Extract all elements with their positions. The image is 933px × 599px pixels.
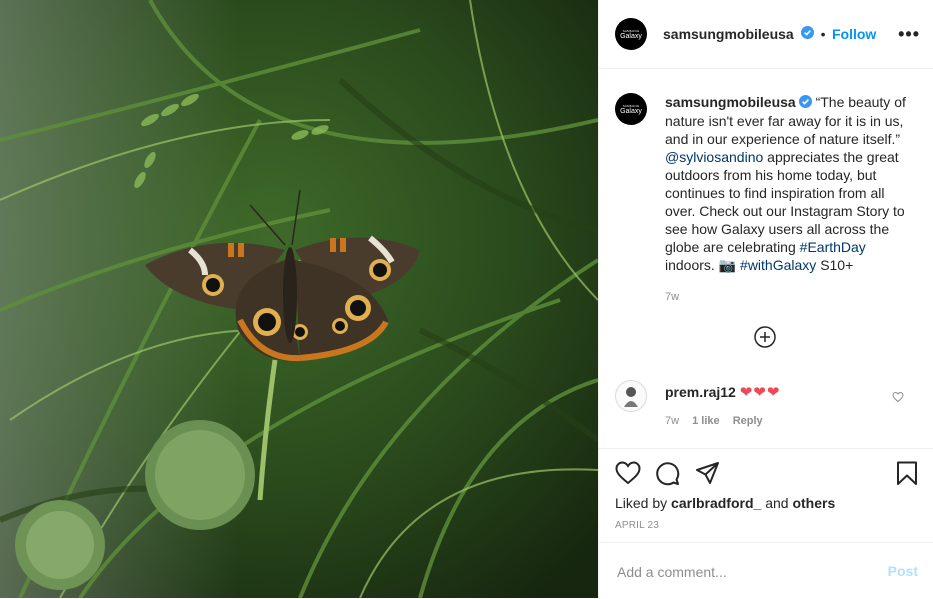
save-bookmark-icon[interactable] [896,461,918,491]
post-date[interactable]: APRIL 23 [615,520,659,531]
action-bar [599,448,933,486]
author-avatar[interactable]: SAMSUNG Galaxy [615,18,647,50]
liked-by-line: Liked by carlbradford_ and others [615,495,835,511]
caption-mention-link[interactable]: @sylviosandino [665,149,763,165]
caption-author-avatar[interactable]: SAMSUNG Galaxy [615,93,647,125]
author-username[interactable]: samsungmobileusa [663,26,794,42]
liked-by-and: and [765,495,789,511]
liked-by-prefix: Liked by [615,495,668,511]
caption-text-4: S10+ [820,257,854,274]
caption-text-3: indoors. 📷 [665,257,737,274]
add-comment-input[interactable] [615,561,869,583]
butterfly-photo [0,0,598,598]
commenter-avatar[interactable] [615,380,647,412]
comment-bubble-icon[interactable] [655,461,680,491]
comment-time[interactable]: 7w [665,415,679,427]
caption-username[interactable]: samsungmobileusa [665,94,796,110]
follow-button[interactable]: Follow [832,26,876,42]
hashtag-earthday-link[interactable]: #EarthDay [800,239,866,255]
verified-badge-icon [801,26,815,44]
post-caption: samsungmobileusa “The beauty of nature i… [665,93,917,306]
caption-time[interactable]: 7w [665,288,917,306]
liked-by-user-link[interactable]: carlbradford_ [671,495,761,511]
comment-meta: 7w 1 like Reply [665,415,763,427]
add-comment-bar: Post [599,542,933,599]
share-paper-plane-icon[interactable] [695,461,720,491]
comment-reply-button[interactable]: Reply [733,415,763,427]
avatar-brand-text: Galaxy [620,107,642,115]
comment-body: prem.raj12 ❤❤❤ [665,383,780,401]
header-user-line: samsungmobileusa • Follow [663,26,876,44]
commenter-username[interactable]: prem.raj12 [665,384,736,400]
post-image[interactable] [0,0,598,598]
more-options-icon[interactable]: ••• [898,24,920,45]
avatar-brand-text: Galaxy [620,32,642,40]
post-header: SAMSUNG Galaxy samsungmobileusa • Follow… [599,0,933,69]
post-comment-button[interactable]: Post [888,563,918,579]
like-heart-icon[interactable] [615,461,641,490]
load-more-comments-icon[interactable] [754,326,776,348]
comment-hearts: ❤❤❤ [739,384,781,401]
comment-like-icon[interactable] [892,390,904,408]
post-side-panel: SAMSUNG Galaxy samsungmobileusa • Follow… [598,0,933,598]
follow-separator: • [820,26,826,43]
verified-badge-icon [798,94,812,112]
liked-by-others-link[interactable]: others [792,495,835,511]
hashtag-withgalaxy-link[interactable]: #withGalaxy [740,257,816,273]
comment-likes-count[interactable]: 1 like [692,415,720,427]
